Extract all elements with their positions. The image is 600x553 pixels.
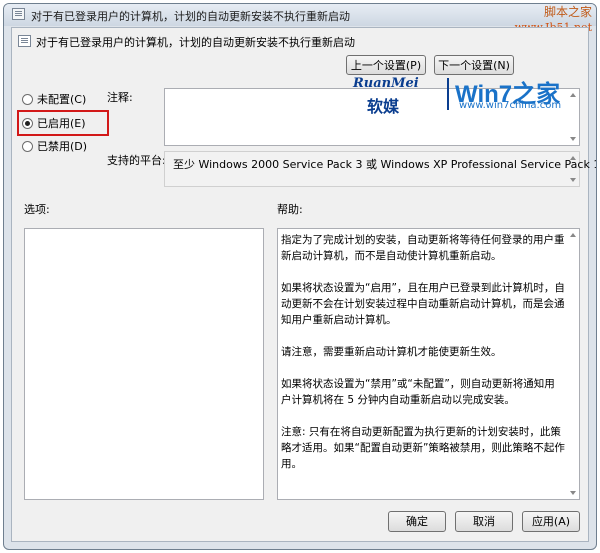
help-paragraph: 注意: 只有在将自动更新配置为执行更新的计划安装时，此策略才适用。如果“配置自动… (281, 426, 565, 470)
watermark-line1: 脚本之家 (543, 5, 592, 19)
comment-label: 注释: (107, 91, 133, 104)
logo-url: www.win7china.com (459, 100, 562, 111)
help-paragraph: 如果将状态设置为“启用”，且在用户已登录到此计算机时，自动更新不会在计划安装过程… (281, 282, 565, 326)
scroll-down-icon[interactable] (570, 491, 576, 495)
options-panel (24, 228, 264, 500)
title-bar[interactable]: 对于有已登录用户的计算机，计划的自动更新安装不执行重新启动 (4, 4, 596, 26)
radio-label: 未配置(C) (37, 93, 87, 106)
previous-setting-button[interactable]: 上一个设置(P) (346, 55, 426, 75)
platform-label: 支持的平台: (107, 154, 166, 167)
platform-value: 至少 Windows 2000 Service Pack 3 或 Windows… (173, 158, 597, 171)
help-label: 帮助: (277, 203, 303, 216)
policy-dialog-window: 对于有已登录用户的计算机，计划的自动更新安装不执行重新启动 脚本之家 www.J… (3, 3, 597, 550)
radio-circle (22, 94, 33, 105)
options-label: 选项: (24, 203, 50, 216)
scroll-up-icon[interactable] (570, 233, 576, 237)
radio-label: 已启用(E) (37, 117, 86, 130)
supported-platform-box: 至少 Windows 2000 Service Pack 3 或 Windows… (164, 151, 596, 187)
policy-title: 对于有已登录用户的计算机，计划的自动更新安装不执行重新启动 (36, 36, 355, 49)
policy-document-icon (18, 35, 31, 47)
help-paragraph: 请注意，需要重新启动计算机才能使更新生效。 (281, 346, 502, 358)
scroll-up-icon[interactable] (570, 156, 576, 160)
dialog-client-area: 对于有已登录用户的计算机，计划的自动更新安装不执行重新启动 上一个设置(P) 下… (11, 27, 596, 542)
scroll-down-icon[interactable] (570, 178, 576, 182)
help-panel: 指定为了完成计划的安装，自动更新将等待任何登录的用户重新启动计算机，而不是自动使… (277, 228, 580, 500)
ruanmei-win7-logo: RuanMei 软媒 Win7之家 www.win7china.com (353, 76, 571, 116)
scroll-down-icon[interactable] (570, 137, 576, 141)
help-paragraph: 指定为了完成计划的安装，自动更新将等待任何登录的用户重新启动计算机，而不是自动使… (281, 234, 565, 262)
window-title: 对于有已登录用户的计算机，计划的自动更新安装不执行重新启动 (31, 10, 350, 23)
radio-circle-selected (22, 118, 33, 129)
radio-label: 已禁用(D) (37, 140, 88, 153)
help-scrollbar[interactable] (567, 229, 579, 499)
ok-button[interactable]: 确定 (388, 511, 446, 532)
radio-circle (22, 141, 33, 152)
policy-header: 对于有已登录用户的计算机，计划的自动更新安装不执行重新启动 (18, 31, 355, 56)
logo-brand-en: RuanMei (353, 76, 419, 91)
radio-enabled[interactable]: 已启用(E) (22, 115, 86, 131)
help-paragraph: 如果将状态设置为“禁用”或“未配置”，则自动更新将通知用户计算机将在 5 分钟内… (281, 378, 555, 406)
policy-setting-icon (12, 8, 25, 20)
logo-brand-cn: 软媒 (367, 97, 400, 116)
next-setting-button[interactable]: 下一个设置(N) (434, 55, 514, 75)
cancel-button[interactable]: 取消 (455, 511, 513, 532)
apply-button[interactable]: 应用(A) (522, 511, 580, 532)
radio-disabled[interactable]: 已禁用(D) (22, 138, 87, 154)
logo-separator (447, 78, 449, 110)
platform-scrollbar[interactable] (567, 152, 579, 186)
radio-not-configured[interactable]: 未配置(C) (22, 91, 86, 107)
